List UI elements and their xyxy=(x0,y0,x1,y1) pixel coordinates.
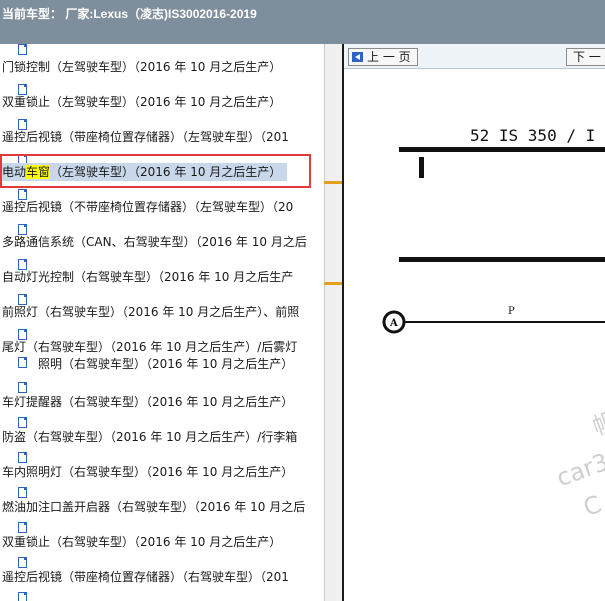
diagram-viewer[interactable]: 上 一 页 下 一 52 IS 350 / I A P 帆 car3 C xyxy=(342,44,605,601)
connector-label: A xyxy=(389,318,398,329)
document-icon xyxy=(18,417,27,428)
scroll-marker xyxy=(324,181,342,184)
scroll-marker xyxy=(324,282,342,285)
tree-item-label-suffix: （左驾驶车型）（2016 年 10 月之后生产） xyxy=(50,165,282,179)
window-titlebar: 当前车型： 厂家:Lexus（凌志)IS3002016-2019 xyxy=(0,0,605,44)
current-model-title: 当前车型： 厂家:Lexus（凌志)IS3002016-2019 xyxy=(2,7,257,21)
tree-item-label: 尾灯（右驾驶车型）（2016 年 10 月之后生产）/后雾灯 xyxy=(2,340,298,354)
tree-item-label: 双重锁止（右驾驶车型）（2016 年 10 月之后生产） xyxy=(2,535,282,549)
tree-item[interactable]: 自动灯光控制（右驾驶车型）（2016 年 10 月之后生产 xyxy=(2,268,293,286)
document-icon xyxy=(18,357,27,368)
tree-item[interactable]: 防盗（右驾驶车型）（2016 年 10 月之后生产）/行李箱 xyxy=(2,428,297,446)
tree-item-label: 自动灯光控制（右驾驶车型）（2016 年 10 月之后生产 xyxy=(2,270,294,284)
tree-item-label: 遥控后视镜（不带座椅位置存储器）（左驾驶车型）（20 xyxy=(2,200,294,214)
document-tree[interactable]: 门锁控制（左驾驶车型）（2016 年 10 月之后生产） 双重锁止（左驾驶车型）… xyxy=(0,44,324,601)
tree-item-label: 车灯提醒器（右驾驶车型）（2016 年 10 月之后生产） xyxy=(2,395,294,409)
tree-item[interactable]: 前照灯（右驾驶车型）（2016 年 10 月之后生产）、前照 xyxy=(2,303,299,321)
tree-item[interactable]: 燃油加注口盖开启器（右驾驶车型）（2016 年 10 月之后 xyxy=(2,498,305,516)
document-icon xyxy=(18,522,27,533)
wiring-diagram: 52 IS 350 / I A P xyxy=(382,126,605,334)
tree-item-label: 多路通信系统（CAN、右驾驶车型）（2016 年 10 月之后 xyxy=(2,235,307,249)
wire-color-label: P xyxy=(508,306,515,317)
tree-scrollbar[interactable] xyxy=(324,44,342,601)
tree-item-label: 照明（右驾驶车型）（2016 年 10 月之后生产） xyxy=(38,357,294,371)
document-icon xyxy=(18,452,27,463)
tree-item[interactable]: 照明（右驾驶车型）（2016 年 10 月之后生产） xyxy=(38,355,293,373)
document-icon xyxy=(18,592,27,601)
tree-item-label: 车内照明灯（右驾驶车型）（2016 年 10 月之后生产） xyxy=(2,465,294,479)
tree-item[interactable]: 尾灯（右驾驶车型）（2016 年 10 月之后生产）/后雾灯 xyxy=(2,338,297,356)
tree-item[interactable]: 遥控后视镜（带座椅位置存储器）（右驾驶车型）（201 xyxy=(2,568,289,586)
tree-item-label: 防盗（右驾驶车型）（2016 年 10 月之后生产）/行李箱 xyxy=(2,430,298,444)
tree-item[interactable]: 车灯提醒器（右驾驶车型）（2016 年 10 月之后生产） xyxy=(2,393,293,411)
tree-item[interactable]: 门锁控制（左驾驶车型）（2016 年 10 月之后生产） xyxy=(2,58,281,76)
tree-item[interactable]: 遥控后视镜（带座椅位置存储器）（左驾驶车型）（201 xyxy=(2,128,289,146)
tree-item-label: 门锁控制（左驾驶车型）（2016 年 10 月之后生产） xyxy=(2,60,282,74)
top-bus-bar xyxy=(399,147,605,152)
document-icon xyxy=(18,382,27,393)
tree-item-label: 前照灯（右驾驶车型）（2016 年 10 月之后生产）、前照 xyxy=(2,305,300,319)
document-icon xyxy=(18,557,27,568)
tree-item-label: 燃油加注口盖开启器（右驾驶车型）（2016 年 10 月之后 xyxy=(2,500,306,514)
document-icon xyxy=(18,44,27,55)
tree-item-label: 遥控后视镜（带座椅位置存储器）（右驾驶车型）（201 xyxy=(2,570,289,584)
tree-item-label: 遥控后视镜（带座椅位置存储器）（左驾驶车型）（201 xyxy=(2,130,289,144)
tree-item[interactable]: 双重锁止（左驾驶车型）（2016 年 10 月之后生产） xyxy=(2,93,281,111)
document-icon xyxy=(18,487,27,498)
search-highlight: 车窗 xyxy=(26,165,51,179)
tree-item[interactable]: 车内照明灯（右驾驶车型）（2016 年 10 月之后生产） xyxy=(2,463,293,481)
tree-item-selected[interactable]: 电动车窗（左驾驶车型）（2016 年 10 月之后生产） xyxy=(2,163,288,181)
tree-item[interactable]: 多路通信系统（CAN、右驾驶车型）（2016 年 10 月之后 xyxy=(2,233,307,251)
terminal-stub xyxy=(419,157,424,178)
tree-item[interactable]: 双重锁止（右驾驶车型）（2016 年 10 月之后生产） xyxy=(2,533,281,551)
middle-bus-bar xyxy=(399,257,605,262)
tree-item[interactable]: 遥控后视镜（不带座椅位置存储器）（左驾驶车型）（20 xyxy=(2,198,293,216)
diagram-title: 52 IS 350 / I xyxy=(470,126,595,145)
tree-item-label-prefix: 电动 xyxy=(2,165,27,179)
tree-item-label: 双重锁止（左驾驶车型）（2016 年 10 月之后生产） xyxy=(2,95,282,109)
